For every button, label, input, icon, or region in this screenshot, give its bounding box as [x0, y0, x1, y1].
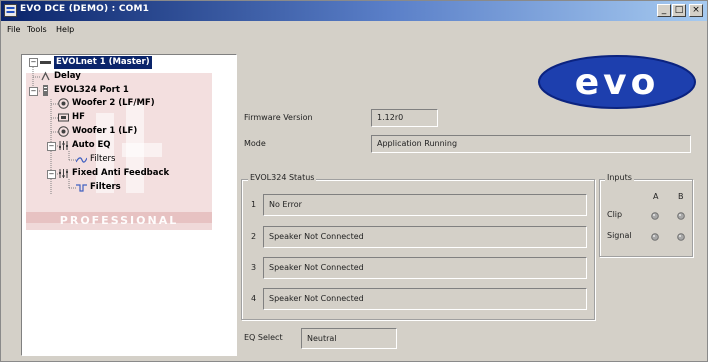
network-icon — [40, 61, 51, 64]
amplifier-icon — [43, 85, 48, 96]
speaker-icon — [58, 126, 69, 137]
tree-item-auto-eq-label: Auto EQ — [72, 140, 111, 150]
tree-item-fixed-af-filters-label: Filters — [90, 182, 121, 192]
mode-label: Mode — [244, 139, 266, 148]
signal-label: Signal — [607, 231, 632, 240]
status-row-number: 4 — [251, 294, 257, 303]
signal-a-led-icon — [651, 233, 659, 241]
input-col-b: B — [678, 192, 684, 201]
menu-file[interactable]: File — [7, 25, 20, 34]
maximize-button[interactable]: □ — [672, 4, 686, 17]
tree-item-hf-label: HF — [72, 112, 85, 122]
status-group-title: EVOL324 Status — [248, 173, 317, 182]
device-tree[interactable]: PROFESSIONAL − − − − EVOLnet 1 (Master) … — [21, 54, 237, 356]
clip-b-led-icon — [677, 212, 685, 220]
tree-item-fixed-anti-feedback-label: Fixed Anti Feedback — [72, 168, 170, 178]
tree-item-root-label: EVOLnet 1 (Master) — [54, 56, 152, 69]
status-row-2: Speaker Not Connected — [263, 226, 587, 248]
tree-item-woofer1-label: Woofer 1 (LF) — [72, 126, 138, 136]
eq-select-field[interactable]: Neutral — [301, 328, 397, 349]
status-row-number: 2 — [251, 232, 257, 241]
signal-b-led-icon — [677, 233, 685, 241]
collapse-antifeedback-icon[interactable]: − — [47, 170, 56, 179]
evo-logo: evo — [538, 55, 696, 109]
speaker-icon — [58, 98, 69, 109]
collapse-port-icon[interactable]: − — [29, 87, 38, 96]
app-icon — [4, 4, 17, 17]
status-row-4: Speaker Not Connected — [263, 288, 587, 310]
tree-item-port-label: EVOL324 Port 1 — [54, 85, 129, 95]
tree-item-auto-eq-filters-label: Filters — [90, 154, 116, 164]
tree-item-delay-label: Delay — [54, 71, 81, 81]
input-col-a: A — [653, 192, 659, 201]
mode-field: Application Running — [371, 135, 691, 153]
status-row-3: Speaker Not Connected — [263, 257, 587, 279]
firmware-field: 1.12r0 — [371, 109, 438, 127]
main-window: EVO DCE (DEMO) : COM1 _ □ × File Tools H… — [0, 0, 708, 362]
collapse-autoeq-icon[interactable]: − — [47, 142, 56, 151]
filter-curve-icon — [76, 157, 87, 163]
eq-icon — [59, 141, 68, 150]
status-row-number: 1 — [251, 200, 257, 209]
close-button[interactable]: × — [689, 4, 703, 17]
minimize-button[interactable]: _ — [657, 4, 671, 17]
eq-icon — [59, 169, 68, 178]
clip-label: Clip — [607, 210, 623, 219]
clip-a-led-icon — [651, 212, 659, 220]
collapse-root-icon[interactable]: − — [29, 58, 38, 67]
evo-logo-text: evo — [575, 62, 660, 103]
eq-select-label: EQ Select — [244, 333, 283, 342]
notch-filter-icon — [76, 184, 87, 192]
title-bar[interactable]: EVO DCE (DEMO) : COM1 _ □ × — [1, 1, 707, 21]
menu-tools[interactable]: Tools — [27, 25, 47, 34]
tree-item-woofer2-label: Woofer 2 (LF/MF) — [72, 98, 155, 108]
inputs-group-title: Inputs — [605, 173, 634, 182]
status-row-number: 3 — [251, 263, 257, 272]
delay-icon — [41, 71, 50, 81]
status-row-1: No Error — [263, 194, 587, 216]
window-title: EVO DCE (DEMO) : COM1 — [20, 4, 150, 14]
firmware-label: Firmware Version — [244, 113, 313, 122]
menu-help[interactable]: Help — [56, 25, 74, 34]
horn-icon — [58, 113, 69, 122]
